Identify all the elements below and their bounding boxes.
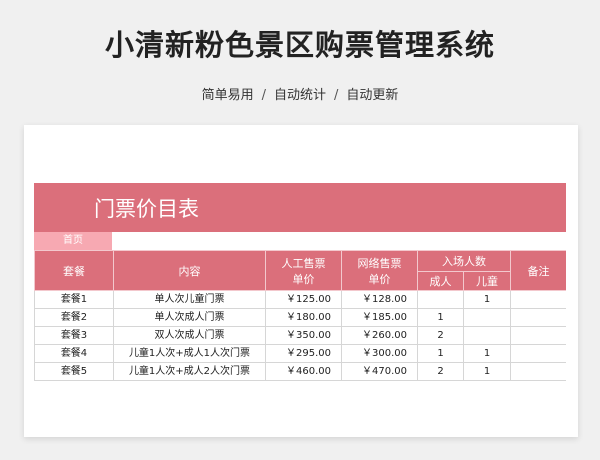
header-adult: 成人 [417, 271, 464, 291]
cell-package[interactable]: 套餐3 [34, 326, 114, 345]
home-tab-button[interactable]: 首页 [34, 232, 112, 250]
price-table: 套餐 内容 人工售票 单价 网络售票 单价 入场人数 备注 成人 儿童 套餐1 … [34, 250, 566, 381]
header-content: 内容 [113, 250, 266, 291]
tag-auto-stats: 自动统计 [273, 88, 326, 103]
table-row: 套餐5 儿童1人次+成人2人次门票 ￥460.00 ￥470.00 2 1 [34, 362, 566, 381]
cell-content[interactable]: 儿童1人次+成人2人次门票 [113, 362, 266, 381]
cell-remarks[interactable] [510, 308, 566, 327]
cell-online-price[interactable]: ￥300.00 [341, 344, 418, 363]
cell-manual-price[interactable]: ￥350.00 [265, 326, 342, 345]
nav-row: 首页 [34, 232, 566, 250]
cell-adult[interactable]: 1 [417, 308, 464, 327]
table-row: 套餐4 儿童1人次+成人1人次门票 ￥295.00 ￥300.00 1 1 [34, 344, 566, 363]
cell-child[interactable] [463, 308, 511, 327]
cell-adult[interactable]: 2 [417, 326, 464, 345]
tag-easy: 简单易用 [201, 88, 254, 103]
header-child: 儿童 [463, 271, 511, 291]
header-manual-price-line1: 人工售票 [281, 256, 326, 270]
cell-remarks[interactable] [510, 344, 566, 363]
cell-online-price[interactable]: ￥260.00 [341, 326, 418, 345]
spreadsheet-preview-card: 门票价目表 首页 套餐 内容 人工售票 单价 网络售票 单价 入场人数 备注 成… [24, 125, 578, 437]
cell-content[interactable]: 儿童1人次+成人1人次门票 [113, 344, 266, 363]
cell-adult[interactable]: 1 [417, 344, 464, 363]
tag-separator: / [261, 88, 266, 103]
header-remarks: 备注 [510, 250, 566, 291]
feature-tags: 简单易用 / 自动统计 / 自动更新 [0, 84, 600, 103]
cell-remarks[interactable] [510, 362, 566, 381]
cell-remarks[interactable] [510, 290, 566, 309]
sheet-banner: 门票价目表 [34, 183, 566, 232]
cell-package[interactable]: 套餐4 [34, 344, 114, 363]
cell-child[interactable]: 1 [463, 362, 511, 381]
cell-adult[interactable] [417, 290, 464, 309]
table-row: 套餐1 单人次儿童门票 ￥125.00 ￥128.00 1 [34, 290, 566, 309]
header-manual-price-line2: 单价 [292, 272, 315, 286]
cell-package[interactable]: 套餐5 [34, 362, 114, 381]
ticket-price-sheet: 门票价目表 首页 套餐 内容 人工售票 单价 网络售票 单价 入场人数 备注 成… [34, 183, 566, 437]
header-online-price-line1: 网络售票 [357, 256, 402, 270]
cell-manual-price[interactable]: ￥180.00 [265, 308, 342, 327]
cell-online-price[interactable]: ￥128.00 [341, 290, 418, 309]
cell-package[interactable]: 套餐1 [34, 290, 114, 309]
cell-online-price[interactable]: ￥470.00 [341, 362, 418, 381]
header-online-price-line2: 单价 [368, 272, 391, 286]
cell-remarks[interactable] [510, 326, 566, 345]
cell-child[interactable] [463, 326, 511, 345]
cell-content[interactable]: 单人次儿童门票 [113, 290, 266, 309]
table-row: 套餐2 单人次成人门票 ￥180.00 ￥185.00 1 [34, 308, 566, 327]
page-title: 小清新粉色景区购票管理系统 [104, 28, 495, 62]
header-package: 套餐 [34, 250, 114, 291]
cell-content[interactable]: 单人次成人门票 [113, 308, 266, 327]
cell-online-price[interactable]: ￥185.00 [341, 308, 418, 327]
cell-package[interactable]: 套餐2 [34, 308, 114, 327]
tag-auto-update: 自动更新 [346, 88, 399, 103]
cell-adult[interactable]: 2 [417, 362, 464, 381]
cell-child[interactable]: 1 [463, 290, 511, 309]
header-online-price: 网络售票 单价 [341, 250, 418, 291]
sheet-title: 门票价目表 [94, 197, 199, 221]
cell-manual-price[interactable]: ￥295.00 [265, 344, 342, 363]
header-entry-count: 入场人数 [417, 250, 511, 272]
cell-child[interactable]: 1 [463, 344, 511, 363]
cell-manual-price[interactable]: ￥460.00 [265, 362, 342, 381]
cell-manual-price[interactable]: ￥125.00 [265, 290, 342, 309]
table-row: 套餐3 双人次成人门票 ￥350.00 ￥260.00 2 [34, 326, 566, 345]
cell-content[interactable]: 双人次成人门票 [113, 326, 266, 345]
tag-separator: / [334, 88, 339, 103]
header-manual-price: 人工售票 单价 [265, 250, 342, 291]
